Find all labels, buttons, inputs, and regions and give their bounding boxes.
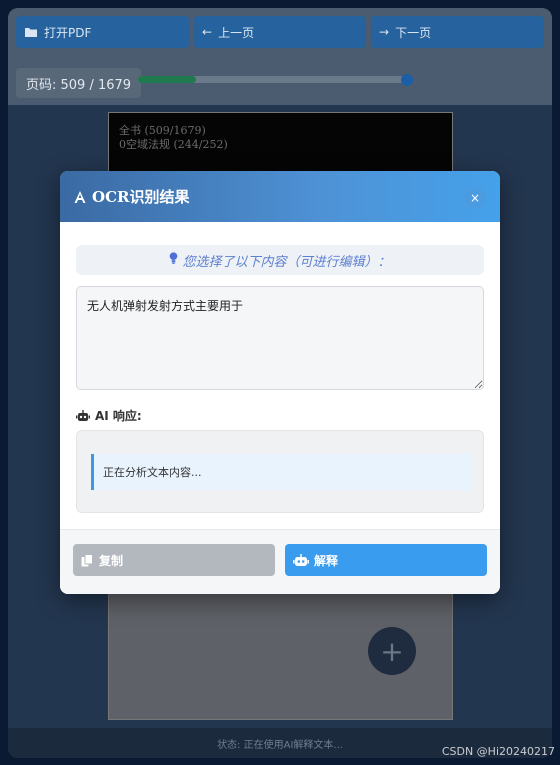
dialog-footer: 复制 解释 xyxy=(60,529,500,594)
pdf-page-header: 全书 (509/1679) 0空域法规 (244/252) xyxy=(109,113,452,173)
ocr-text-field[interactable]: 无人机弹射发射方式主要用于 xyxy=(76,286,484,390)
prev-page-label: 上一页 xyxy=(218,25,255,40)
toolbar: 打开PDF ← 上一页 → 下一页 页码: 509 / 1679 xyxy=(8,8,552,105)
lightbulb-icon xyxy=(169,252,178,268)
plus-icon: + xyxy=(380,634,404,668)
dialog-title-text: OCR识别结果 xyxy=(92,188,190,206)
arrow-right-icon: → xyxy=(379,25,390,39)
ai-response-label: AI 响应: xyxy=(76,407,142,424)
page-slider-handle[interactable] xyxy=(401,74,413,86)
prev-page-button[interactable]: ← 上一页 xyxy=(194,16,366,48)
folder-open-icon xyxy=(25,28,37,37)
open-pdf-label: 打开PDF xyxy=(44,25,92,40)
copy-button-label: 复制 xyxy=(99,553,124,568)
close-icon: × xyxy=(469,191,481,205)
explain-button-label: 解释 xyxy=(314,553,339,568)
dialog-title: OCR识别结果 xyxy=(73,186,189,207)
font-icon xyxy=(74,190,86,203)
ai-response-box: 正在分析文本内容... xyxy=(76,430,484,513)
dialog-header: OCR识别结果 × xyxy=(60,171,500,222)
close-button[interactable]: × xyxy=(464,187,486,209)
copy-icon xyxy=(81,553,93,566)
ai-response-label-text: AI 响应: xyxy=(95,409,142,423)
page-indicator-label: 页码: 509 / 1679 xyxy=(26,77,132,93)
arrow-left-icon: ← xyxy=(202,25,213,39)
explain-button[interactable]: 解释 xyxy=(285,544,487,576)
next-page-button[interactable]: → 下一页 xyxy=(371,16,544,48)
page-indicator: 页码: 509 / 1679 xyxy=(16,68,142,98)
chapter-progress-text: 0空域法规 (244/252) xyxy=(119,138,228,151)
ai-status-text: 正在分析文本内容... xyxy=(103,466,202,479)
add-fab-button[interactable]: + xyxy=(368,627,416,675)
watermark: CSDN @Hi20240217 xyxy=(441,745,555,758)
page-progress-fill xyxy=(138,76,197,83)
ocr-result-dialog: OCR识别结果 × 您选择了以下内容（可进行编辑）： 无人机弹射发射方式主要用于… xyxy=(60,171,500,594)
next-page-label: 下一页 xyxy=(395,25,432,40)
open-pdf-button[interactable]: 打开PDF xyxy=(16,16,189,48)
page-progress-bar[interactable] xyxy=(138,76,410,83)
copy-button[interactable]: 复制 xyxy=(73,544,275,576)
robot-icon xyxy=(76,409,90,421)
selection-hint-text: 您选择了以下内容（可进行编辑）： xyxy=(182,254,391,270)
selection-hint: 您选择了以下内容（可进行编辑）： xyxy=(76,245,484,275)
ai-status-message: 正在分析文本内容... xyxy=(91,454,471,490)
robot-icon xyxy=(293,553,309,566)
status-text: 状态: 正在使用AI解释文本... xyxy=(217,739,343,751)
